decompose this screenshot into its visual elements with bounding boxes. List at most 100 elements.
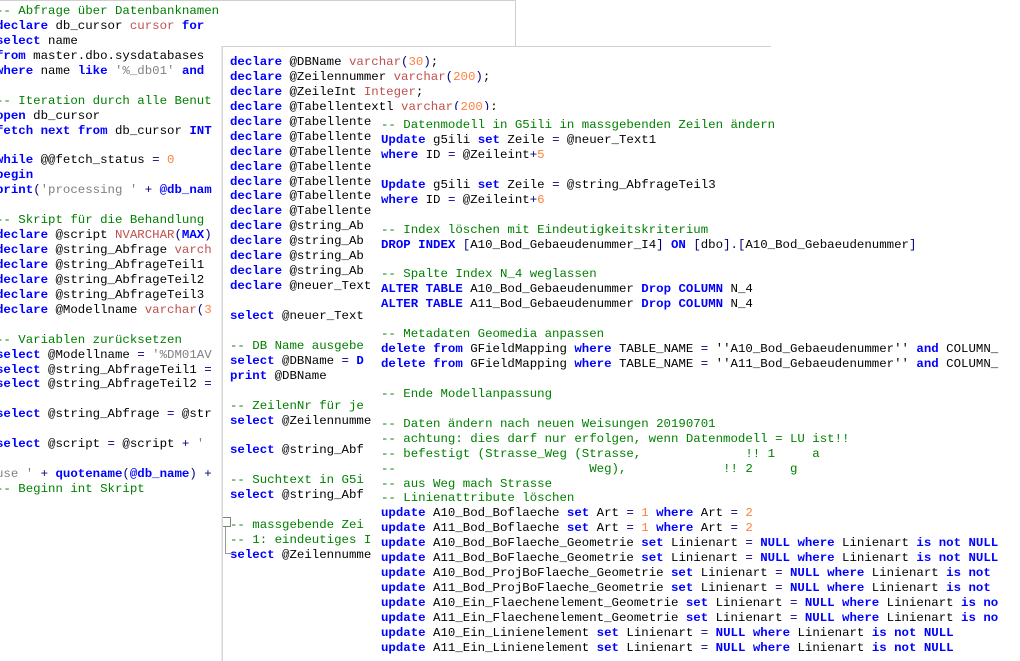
code-token: where: [381, 147, 419, 162]
code-line[interactable]: select name: [0, 34, 219, 49]
code-line[interactable]: [0, 452, 219, 467]
code-line[interactable]: declare @string_Abfrage varch: [0, 243, 219, 258]
code-line[interactable]: declare db_cursor cursor for: [0, 19, 219, 34]
code-line[interactable]: declare @DBName varchar(30);: [230, 55, 498, 70]
code-line[interactable]: update A11_Ein_Linienelement set Liniena…: [381, 641, 998, 656]
code-line[interactable]: select @string_AbfrageTeil2 =: [0, 377, 219, 392]
code-line[interactable]: DROP INDEX [A10_Bod_Gebaeudenummer_I4] O…: [381, 238, 998, 253]
code-line[interactable]: -- Weg), !! 2 g: [381, 462, 998, 477]
code-line[interactable]: [0, 422, 219, 437]
code-token: =: [730, 506, 738, 521]
code-line[interactable]: -- Index löschen mit Eindeutigkeitskrite…: [381, 223, 998, 238]
code-line[interactable]: where name like '%_db01' and: [0, 64, 219, 79]
code-token: 2: [745, 506, 753, 521]
code-line[interactable]: update A11_Bod_Boflaeche set Art = 1 whe…: [381, 521, 998, 536]
code-line[interactable]: declare @Zeilennummer varchar(200);: [230, 70, 498, 85]
code-token: from: [77, 123, 108, 138]
code-line[interactable]: select @script = @script + ': [0, 437, 219, 452]
code-token: [: [693, 237, 701, 252]
code-line[interactable]: declare @string_AbfrageTeil3: [0, 288, 219, 303]
code-line[interactable]: update A10_Bod_Boflaeche set Art = 1 whe…: [381, 506, 998, 521]
code-line[interactable]: -- aus Weg mach Strasse: [381, 477, 998, 492]
code-line[interactable]: [0, 318, 219, 333]
code-token: @script: [48, 228, 115, 243]
code-token: is not: [871, 625, 917, 640]
code-line[interactable]: [381, 208, 998, 223]
code-line[interactable]: use ' + quotename(@db_name) +: [0, 467, 219, 482]
code-line[interactable]: where ID = @Zeileint+6: [381, 193, 998, 208]
code-line[interactable]: -- Ende Modellanpassung: [381, 387, 998, 402]
code-line[interactable]: ALTER TABLE A10_Bod_Gebaeudenummer Drop …: [381, 282, 998, 297]
code-line[interactable]: [381, 402, 998, 417]
code-line[interactable]: update A10_Bod_BoFlaeche_Geometrie set L…: [381, 536, 998, 551]
code-line[interactable]: update A10_Ein_Linienelement set Liniena…: [381, 626, 998, 641]
code-line[interactable]: declare @ZeileInt Integer;: [230, 85, 498, 100]
code-line[interactable]: select @string_Abfrage = @str: [0, 407, 219, 422]
code-line[interactable]: [0, 198, 219, 213]
code-line[interactable]: -- achtung: dies darf nur erfolgen, wenn…: [381, 432, 998, 447]
code-line[interactable]: [0, 79, 219, 94]
code-line[interactable]: update A11_Bod_ProjBoFlaeche_Geometrie s…: [381, 581, 998, 596]
code-token: =: [552, 177, 560, 192]
code-line[interactable]: -- Variablen zurücksetzen: [0, 333, 219, 348]
code-line[interactable]: update A10_Bod_ProjBoFlaeche_Geometrie s…: [381, 566, 998, 581]
code-line[interactable]: select @string_AbfrageTeil1 =: [0, 363, 219, 378]
code-line[interactable]: -- Iteration durch alle Benut: [0, 94, 219, 109]
code-line[interactable]: -- Spalte Index N_4 weglassen: [381, 267, 998, 282]
code-line[interactable]: [381, 252, 998, 267]
code-line[interactable]: Update g5ili set Zeile = @neuer_Text1: [381, 133, 998, 148]
code-token: Zeile: [500, 177, 553, 192]
code-token: @Tabellente: [282, 189, 372, 204]
code-line[interactable]: begin: [0, 168, 219, 183]
code-line[interactable]: [0, 138, 219, 153]
code-token: Update: [381, 132, 426, 147]
code-lines[interactable]: -- Abfrage über Datenbanknamen declare db…: [0, 4, 219, 497]
code-line[interactable]: delete from GFieldMapping where TABLE_NA…: [381, 357, 998, 372]
code-line[interactable]: fetch next from db_cursor INT: [0, 124, 219, 139]
code-line[interactable]: declare @string_AbfrageTeil1: [0, 258, 219, 273]
code-line[interactable]: update A11_Ein_Flaechenelement_Geometrie…: [381, 611, 998, 626]
code-line[interactable]: -- Abfrage über Datenbanknamen: [0, 4, 219, 19]
code-token: @Tabellente: [282, 174, 372, 189]
code-line[interactable]: -- Datenmodell in G5ili in massgebenden …: [381, 118, 998, 133]
code-line[interactable]: ALTER TABLE A11_Bod_Gebaeudenummer Drop …: [381, 297, 998, 312]
code-token: where: [381, 192, 419, 207]
code-line[interactable]: Update g5ili set Zeile = @string_Abfrage…: [381, 178, 998, 193]
code-line[interactable]: from master.dbo.sysdatabases: [0, 49, 219, 64]
code-line[interactable]: [381, 312, 998, 327]
code-token: =: [626, 521, 634, 536]
code-line[interactable]: while @@fetch_status = 0: [0, 153, 219, 168]
code-line[interactable]: [0, 392, 219, 407]
code-line[interactable]: -- Daten ändern nach neuen Weisungen 201…: [381, 417, 998, 432]
code-token: ;: [482, 69, 491, 84]
code-line[interactable]: where ID = @Zeileint+5: [381, 148, 998, 163]
code-token: =: [204, 377, 212, 392]
code-line[interactable]: -- Skript für die Behandlung: [0, 213, 219, 228]
sql-editor-window-front[interactable]: -- Datenmodell in G5ili in massgebenden …: [372, 110, 1020, 660]
code-token: where: [797, 536, 835, 551]
code-line[interactable]: [381, 163, 998, 178]
code-line[interactable]: -- Metadaten Geomedia anpassen: [381, 327, 998, 342]
fold-toggle-icon[interactable]: [223, 517, 231, 527]
code-token: @DBName: [282, 55, 349, 69]
code-line[interactable]: -- Linienattribute löschen: [381, 491, 998, 506]
code-token: Linienart: [790, 640, 872, 655]
code-token: @string_Abf: [274, 443, 364, 458]
code-line[interactable]: print('processing ' + @db_nam: [0, 183, 219, 198]
code-token: update: [381, 506, 426, 521]
code-line[interactable]: update A11_Bod_BoFlaeche_Geometrie set L…: [381, 551, 998, 566]
code-line[interactable]: select @Modellname = '%DM01AV: [0, 348, 219, 363]
code-lines[interactable]: -- Datenmodell in G5ili in massgebenden …: [381, 118, 998, 656]
code-line[interactable]: -- Beginn int Skript: [0, 482, 219, 497]
code-line[interactable]: update A10_Ein_Flaechenelement_Geometrie…: [381, 596, 998, 611]
code-token: @neuer_Text: [274, 308, 364, 323]
code-line[interactable]: declare @script NVARCHAR(MAX): [0, 228, 219, 243]
code-line[interactable]: -- befestigt (Strasse_Weg (Strasse, !! 1…: [381, 447, 998, 462]
code-line[interactable]: delete from GFieldMapping where TABLE_NA…: [381, 342, 998, 357]
code-line[interactable]: declare @Modellname varchar(3: [0, 303, 219, 318]
code-line[interactable]: [381, 372, 998, 387]
code-line[interactable]: open db_cursor: [0, 109, 219, 124]
code-line[interactable]: declare @string_AbfrageTeil2: [0, 273, 219, 288]
